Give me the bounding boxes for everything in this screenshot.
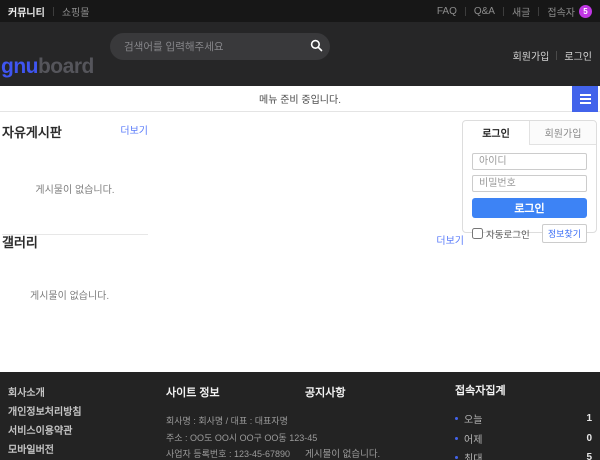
header-login-link[interactable]: 로그인 <box>557 48 592 63</box>
bullet-icon <box>455 417 458 420</box>
login-password-field[interactable] <box>472 175 587 192</box>
site-header: gnuboard 회원가입 로그인 <box>0 22 600 86</box>
visitor-stat-label: 오늘 <box>464 411 586 426</box>
site-info-line: 주소 : OO도 OO시 OO구 OO동 123-45 <box>166 431 306 444</box>
menu-placeholder-text: 메뉴 준비 중입니다. <box>259 91 341 106</box>
footer-link-privacy[interactable]: 개인정보처리방침 <box>8 403 82 418</box>
header-join-link[interactable]: 회원가입 <box>506 48 557 63</box>
site-info-title: 사이트 정보 <box>166 384 306 400</box>
footer-visitors-column: 접속자집계 오늘 1 어제 0 최대 5 <box>455 382 595 460</box>
site-logo[interactable]: gnuboard <box>1 55 94 79</box>
visitors-label: 접속자 <box>547 4 575 19</box>
main-menu-bar: 메뉴 준비 중입니다. <box>0 86 600 112</box>
login-id-field[interactable] <box>472 153 587 170</box>
free-board-empty-text: 게시물이 없습니다. <box>2 181 148 196</box>
visitors-title: 접속자집계 <box>455 382 595 398</box>
visitor-stat-value: 5 <box>586 452 595 460</box>
topbar-qna-link[interactable]: Q&A <box>466 6 503 17</box>
site-info-line: 회사명 : 회사명 / 대표 : 대표자명 <box>166 414 306 427</box>
footer-link-mobile[interactable]: 모바일버전 <box>8 441 82 456</box>
login-submit-button[interactable]: 로그인 <box>472 198 587 218</box>
search-input[interactable] <box>110 41 302 53</box>
tab-login[interactable]: 로그인 <box>463 121 529 145</box>
visitor-stat-row: 오늘 1 <box>455 411 595 426</box>
topbar-visitors-link[interactable]: 접속자 5 <box>539 4 592 19</box>
visitor-count-badge: 5 <box>579 5 592 18</box>
visitor-stat-label: 최대 <box>464 450 586 460</box>
site-footer: 회사소개 개인정보처리방침 서비스이용약관 모바일버전 사이트 정보 회사명 :… <box>0 372 600 460</box>
visitor-stat-row: 어제 0 <box>455 431 595 446</box>
menu-toggle-button[interactable] <box>572 86 598 112</box>
find-info-button[interactable]: 정보찾기 <box>542 224 587 243</box>
bullet-icon <box>455 437 458 440</box>
bullet-icon <box>455 456 458 459</box>
footer-site-info-column: 사이트 정보 회사명 : 회사명 / 대표 : 대표자명 주소 : OO도 OO… <box>166 384 306 460</box>
topbar-new-posts-link[interactable]: 새글 <box>504 4 538 19</box>
footer-notice-column: 공지사항 게시물이 없습니다. <box>305 384 435 460</box>
page: 커뮤니티 쇼핑몰 FAQ Q&A 새글 접속자 5 gnuboard <box>0 0 600 460</box>
search-icon <box>310 39 323 55</box>
footer-link-terms[interactable]: 서비스이용약관 <box>8 422 82 437</box>
gallery-more-link[interactable]: 더보기 <box>436 232 464 247</box>
visitor-stat-value: 1 <box>586 413 595 424</box>
topbar-left-group: 커뮤니티 쇼핑몰 <box>8 0 97 22</box>
main-content: 자유게시판 더보기 게시물이 없습니다. 갤러리 더보기 게시물이 없습니다. … <box>0 112 600 372</box>
footer-link-company[interactable]: 회사소개 <box>8 384 82 399</box>
notice-empty-text: 게시물이 없습니다. <box>305 446 435 460</box>
auto-login-label: 자동로그인 <box>486 227 530 241</box>
topbar-faq-link[interactable]: FAQ <box>429 6 465 17</box>
login-box: 로그인 회원가입 로그인 자동로그인 정보찾기 <box>462 120 597 233</box>
gallery-title: 갤러리 <box>2 232 38 251</box>
notice-title: 공지사항 <box>305 384 435 400</box>
visitor-stat-value: 0 <box>586 433 595 444</box>
login-form: 로그인 자동로그인 정보찾기 <box>463 145 596 243</box>
login-tabs: 로그인 회원가입 <box>463 121 596 145</box>
header-member-links: 회원가입 로그인 <box>506 48 592 63</box>
topbar-shop-link[interactable]: 쇼핑몰 <box>54 4 98 19</box>
free-board-title: 자유게시판 <box>2 122 62 141</box>
footer-links-column: 회사소개 개인정보처리방침 서비스이용약관 모바일버전 <box>8 384 82 456</box>
search-button[interactable] <box>302 33 330 60</box>
topbar-right-group: FAQ Q&A 새글 접속자 5 <box>429 0 592 22</box>
search-bar <box>110 33 330 60</box>
gallery-empty-text: 게시물이 없습니다. <box>2 287 464 302</box>
tab-join[interactable]: 회원가입 <box>529 121 596 145</box>
topbar-community-link[interactable]: 커뮤니티 <box>8 4 53 19</box>
logo-part-gnu: gnu <box>1 55 38 78</box>
visitor-stat-label: 어제 <box>464 431 586 446</box>
latest-board-free: 자유게시판 더보기 게시물이 없습니다. <box>2 122 148 235</box>
free-board-more-link[interactable]: 더보기 <box>120 122 148 137</box>
site-info-line: 사업자 등록번호 : 123-45-67890 <box>166 447 306 460</box>
auto-login-checkbox[interactable] <box>472 228 483 239</box>
logo-part-board: board <box>38 55 94 78</box>
auto-login-option[interactable]: 자동로그인 <box>472 227 530 241</box>
top-utility-bar: 커뮤니티 쇼핑몰 FAQ Q&A 새글 접속자 5 <box>0 0 600 22</box>
visitor-stat-row: 최대 5 <box>455 450 595 460</box>
latest-board-gallery: 갤러리 더보기 게시물이 없습니다. <box>2 232 464 302</box>
